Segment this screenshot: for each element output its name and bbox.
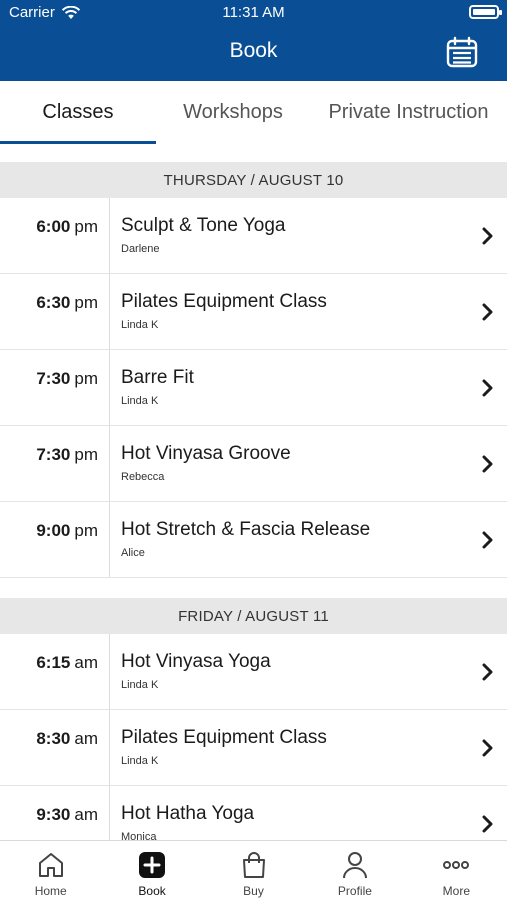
app-header: Carrier 11:31 AM Book [0, 0, 507, 81]
class-time-value: 9:30 [36, 805, 71, 824]
class-time-value: 6:30 [36, 293, 71, 312]
class-time-ampm: am [74, 653, 98, 672]
date-header: FRIDAY / AUGUST 11 [0, 598, 507, 634]
tabbar-more[interactable]: More [406, 841, 507, 900]
class-time: 6:30 pm [0, 274, 110, 349]
tab-private-instruction[interactable]: Private Instruction [310, 81, 507, 144]
status-time: 11:31 AM [222, 4, 285, 21]
class-time-value: 6:15 [36, 653, 71, 672]
class-name: Hot Stretch & Fascia Release [121, 519, 371, 540]
chevron-right-icon [467, 274, 507, 349]
instructor-name: Alice [121, 547, 145, 559]
class-name: Pilates Equipment Class [121, 291, 327, 312]
class-name: Sculpt & Tone Yoga [121, 215, 286, 236]
class-time: 8:30 am [0, 710, 110, 785]
class-name: Barre Fit [121, 367, 194, 388]
instructor-name: Linda K [121, 319, 159, 331]
class-name: Pilates Equipment Class [121, 727, 327, 748]
schedule-list[interactable]: THURSDAY / AUGUST 10 6:00 pm Sculpt & Ton… [0, 144, 507, 840]
instructor-name: Darlene [121, 243, 160, 255]
instructor-name: Linda K [121, 395, 159, 407]
class-name: Hot Hatha Yoga [121, 803, 255, 824]
class-time-value: 7:30 [36, 369, 71, 388]
tab-workshops[interactable]: Workshops [156, 81, 310, 144]
date-header: THURSDAY / AUGUST 10 [0, 162, 507, 198]
class-row[interactable]: 9:00 pm Hot Stretch & Fascia Release Alice [0, 502, 507, 578]
class-row[interactable]: 9:30 am Hot Hatha Yoga Monica [0, 786, 507, 840]
class-time-value: 8:30 [36, 729, 71, 748]
class-time-value: 7:30 [36, 445, 71, 464]
class-time: 7:30 pm [0, 350, 110, 425]
class-row[interactable]: 7:30 pm Barre Fit Linda K [0, 350, 507, 426]
class-row[interactable]: 6:30 pm Pilates Equipment Class Linda K [0, 274, 507, 350]
class-name: Hot Vinyasa Yoga [121, 651, 271, 672]
chevron-right-icon [467, 502, 507, 577]
class-time: 6:00 pm [0, 198, 110, 273]
segment-tabs: Classes Workshops Private Instruction [0, 81, 507, 144]
bottom-tab-bar: Home Book Buy Profile More [0, 840, 507, 900]
page-title: Book [229, 39, 278, 62]
chevron-right-icon [467, 634, 507, 709]
class-time-ampm: pm [74, 445, 98, 464]
class-time-ampm: am [74, 729, 98, 748]
chevron-right-icon [467, 198, 507, 273]
class-row[interactable]: 6:15 am Hot Vinyasa Yoga Linda K [0, 634, 507, 710]
tabbar-label: Home [34, 884, 67, 898]
class-time-value: 6:00 [36, 217, 71, 236]
class-time: 6:15 am [0, 634, 110, 709]
book-plus-icon [139, 852, 166, 878]
chevron-right-icon [467, 350, 507, 425]
class-name: Hot Vinyasa Groove [121, 443, 291, 464]
tabbar-label: More [442, 884, 470, 898]
instructor-name: Monica [121, 831, 157, 840]
class-time: 9:00 pm [0, 502, 110, 577]
class-time-ampm: pm [74, 369, 98, 388]
tabbar-home[interactable]: Home [0, 841, 101, 900]
tabbar-label: Book [138, 884, 166, 898]
tabbar-book[interactable]: Book [101, 841, 202, 900]
class-time-ampm: pm [74, 521, 98, 540]
more-icon [443, 861, 470, 869]
chevron-right-icon [467, 710, 507, 785]
instructor-name: Linda K [121, 679, 159, 691]
status-bar: Carrier 11:31 AM [0, 0, 507, 26]
instructor-name: Rebecca [121, 471, 165, 483]
class-time-ampm: am [74, 805, 98, 824]
chevron-right-icon [467, 786, 507, 840]
tabbar-profile[interactable]: Profile [304, 841, 405, 900]
tabbar-label: Profile [337, 884, 372, 898]
instructor-name: Linda K [121, 755, 159, 767]
class-row[interactable]: 6:00 pm Sculpt & Tone Yoga Darlene [0, 198, 507, 274]
class-row[interactable]: 8:30 am Pilates Equipment Class Linda K [0, 710, 507, 786]
profile-icon [342, 852, 367, 879]
battery-icon [469, 5, 502, 19]
home-icon [38, 853, 63, 877]
class-time-ampm: pm [74, 217, 98, 236]
chevron-right-icon [467, 426, 507, 501]
class-time-ampm: pm [74, 293, 98, 312]
class-time-value: 9:00 [36, 521, 71, 540]
tab-classes[interactable]: Classes [0, 81, 156, 144]
calendar-icon[interactable] [446, 36, 478, 68]
tabbar-buy[interactable]: Buy [203, 841, 304, 900]
class-time: 7:30 pm [0, 426, 110, 501]
shopping-bag-icon [242, 852, 265, 878]
tabbar-label: Buy [243, 884, 264, 898]
class-time: 9:30 am [0, 786, 110, 840]
class-row[interactable]: 7:30 pm Hot Vinyasa Groove Rebecca [0, 426, 507, 502]
